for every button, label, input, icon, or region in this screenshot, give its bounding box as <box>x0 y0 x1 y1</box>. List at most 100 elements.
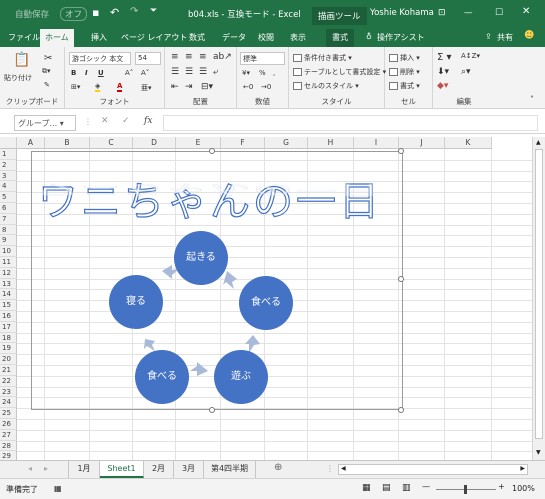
zoom-slider-thumb[interactable] <box>464 485 467 494</box>
row-header[interactable]: 16 <box>0 311 17 322</box>
autosum-icon[interactable]: Σ ▾ <box>437 52 452 63</box>
user-name[interactable]: Yoshie Kohama <box>370 8 434 18</box>
align-middle-icon[interactable]: ≡ <box>185 52 193 62</box>
row-header[interactable]: 25 <box>0 408 17 419</box>
worksheet-grid[interactable]: ABCDEFGHIJK 1 2 3 4 5 6 7 8 9 10 11 12 13 14 15 16 17 18 1… <box>0 137 532 460</box>
resize-handle[interactable] <box>398 407 404 413</box>
row-header[interactable]: 11 <box>0 257 17 268</box>
decimal-inc-icon[interactable]: ←0 <box>243 83 253 91</box>
column-header[interactable]: C <box>90 137 133 149</box>
row-header[interactable]: 3 <box>0 170 17 182</box>
ribbon-display-icon[interactable]: ⊡ <box>438 8 446 18</box>
paste-button[interactable]: 貼り付け <box>4 73 32 83</box>
border-icon[interactable]: ⊞▾ <box>71 83 80 91</box>
row-header[interactable]: 22 <box>0 375 17 387</box>
maximize-icon[interactable]: ☐ <box>495 8 503 18</box>
font-size-select[interactable]: 54 <box>135 52 161 65</box>
tab-file[interactable]: ファイル <box>8 32 40 43</box>
bold-button[interactable]: B <box>71 69 76 77</box>
normal-view-icon[interactable]: ▦ <box>362 483 371 493</box>
tab-home[interactable]: ホーム <box>40 29 74 47</box>
grow-font-icon[interactable]: A˄ <box>125 69 133 77</box>
resize-handle[interactable] <box>209 407 215 413</box>
shrink-font-icon[interactable]: A˅ <box>141 69 149 77</box>
number-format-select[interactable]: 標準 <box>240 52 285 65</box>
cancel-icon[interactable]: ✕ <box>101 116 109 126</box>
scroll-up-icon[interactable]: ▲ <box>536 139 541 146</box>
sheet-tab-mar[interactable]: 3月 <box>174 461 204 478</box>
row-header[interactable]: 13 <box>0 278 17 290</box>
column-header[interactable]: E <box>176 137 221 149</box>
tab-formulas[interactable]: 数式 <box>189 32 205 43</box>
next-sheet-icon[interactable]: ▸ <box>44 464 48 473</box>
orientation-icon[interactable]: ab↗ <box>213 52 232 62</box>
share-button[interactable]: 共有 <box>497 32 513 43</box>
resize-handle[interactable] <box>209 148 215 154</box>
wrap-text-icon[interactable]: ⤶ <box>213 67 218 77</box>
row-header[interactable]: 18 <box>0 332 17 344</box>
copy-icon[interactable]: ⧉▾ <box>42 67 51 76</box>
tab-view[interactable]: 表示 <box>290 32 306 43</box>
tab-insert[interactable]: 挿入 <box>91 32 107 43</box>
zoom-in-icon[interactable]: + <box>498 482 505 491</box>
underline-button[interactable]: U <box>98 69 104 77</box>
share-icon[interactable]: ⇪ <box>485 32 492 41</box>
cycle-node-sleep[interactable]: 寝る <box>109 275 163 329</box>
sort-filter-icon[interactable]: A↕Z▾ <box>461 52 480 60</box>
zoom-out-icon[interactable]: — <box>422 482 430 491</box>
zoom-level[interactable]: 100% <box>512 484 535 493</box>
scroll-left-icon[interactable]: ◀ <box>341 465 346 472</box>
vertical-scrollbar[interactable]: ▲ ▼ <box>532 137 545 460</box>
column-header[interactable]: B <box>45 137 90 149</box>
column-header[interactable]: F <box>221 137 265 149</box>
row-header[interactable]: 2 <box>0 159 17 171</box>
redo-icon[interactable]: ↷ <box>130 6 138 17</box>
tab-page-layout[interactable]: ページ レイアウト <box>121 32 187 43</box>
cycle-node-play[interactable]: 遊ぶ <box>214 350 268 404</box>
cycle-node-wake[interactable]: 起きる <box>174 231 228 285</box>
format-painter-icon[interactable]: ✎ <box>44 81 50 89</box>
tell-me-box[interactable]: 操作アシスト <box>377 32 425 43</box>
row-header[interactable]: 10 <box>0 246 17 257</box>
row-header[interactable]: 21 <box>0 365 17 376</box>
row-header[interactable]: 23 <box>0 386 17 398</box>
insert-cells-button[interactable]: 挿入 ▾ <box>389 53 420 63</box>
font-name-select[interactable]: 游ゴシック 本文 <box>69 52 131 65</box>
horizontal-scrollbar[interactable]: ◀ ▶ <box>338 464 528 475</box>
indent-dec-icon[interactable]: ⇤ <box>171 82 179 92</box>
sheet-tab-feb[interactable]: 2月 <box>144 461 174 478</box>
sheet-tab-sheet1[interactable]: Sheet1 <box>100 461 144 478</box>
column-header[interactable]: G <box>265 137 308 149</box>
fill-icon[interactable]: ⬇▾ <box>437 67 449 77</box>
row-header[interactable]: 1 <box>0 149 17 160</box>
smiley-icon[interactable]: ☻ <box>524 30 534 41</box>
column-header[interactable]: H <box>308 137 354 149</box>
decimal-dec-icon[interactable]: →0 <box>261 83 271 91</box>
row-header[interactable]: 9 <box>0 235 17 247</box>
tab-data[interactable]: データ <box>222 32 246 43</box>
row-header[interactable]: 28 <box>0 440 17 452</box>
autosave-toggle[interactable]: オフ <box>60 7 88 21</box>
formula-input[interactable] <box>163 115 538 131</box>
tab-review[interactable]: 校閲 <box>258 32 274 43</box>
column-header[interactable]: D <box>133 137 176 149</box>
page-break-view-icon[interactable]: ▥ <box>402 483 411 493</box>
clear-icon[interactable]: ◆▾ <box>437 81 448 91</box>
sheet-tab-q4[interactable]: 第4四半期 <box>204 461 256 478</box>
align-left-icon[interactable]: ☰ <box>171 67 179 77</box>
comma-icon[interactable]: , <box>273 69 275 77</box>
format-as-table-button[interactable]: テーブルとして書式設定 ▾ <box>293 67 386 77</box>
align-center-icon[interactable]: ☰ <box>185 67 193 77</box>
macro-record-icon[interactable]: ▦ <box>54 484 62 493</box>
sheet-tab-jan[interactable]: 1月 <box>68 461 100 478</box>
scroll-thumb[interactable] <box>535 149 543 439</box>
conditional-format-button[interactable]: 条件付き書式 ▾ <box>293 53 352 63</box>
prev-sheet-icon[interactable]: ◂ <box>28 464 32 473</box>
row-header[interactable]: 15 <box>0 300 17 311</box>
currency-icon[interactable]: ¥▾ <box>242 69 250 77</box>
collapse-ribbon-icon[interactable]: ˄ <box>530 95 534 104</box>
scroll-right-icon[interactable]: ▶ <box>520 465 525 472</box>
insert-function-icon[interactable]: fx <box>144 116 152 126</box>
column-header[interactable]: K <box>445 137 492 149</box>
enter-icon[interactable]: ✓ <box>122 116 130 126</box>
